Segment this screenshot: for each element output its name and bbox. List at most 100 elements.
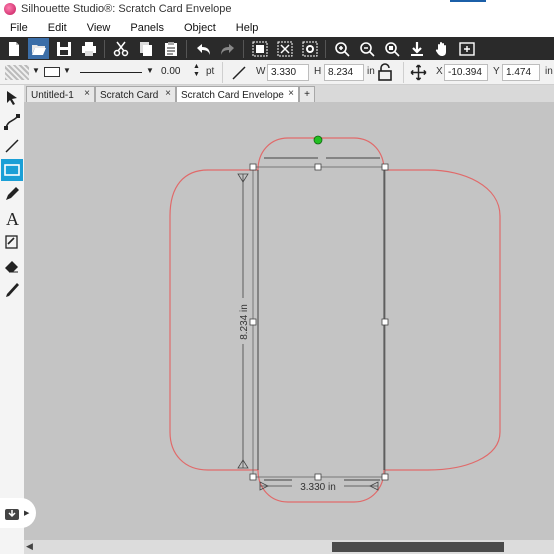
fill-dropdown-icon[interactable]: ▼ — [32, 66, 40, 75]
add-tab-button[interactable]: + — [299, 86, 315, 102]
width-label: W — [256, 66, 266, 77]
close-icon[interactable]: × — [165, 88, 171, 99]
height-input[interactable]: 8.234 — [324, 64, 364, 81]
size-unit: in — [367, 66, 375, 77]
undo-icon[interactable] — [192, 38, 213, 59]
fit-page-icon[interactable] — [456, 38, 477, 59]
handle-bottom-right[interactable] — [381, 473, 389, 481]
tab-label: Scratch Card Envelope — [181, 90, 284, 101]
line-draw-icon[interactable] — [1, 135, 23, 157]
fold-lines — [257, 170, 385, 470]
group-icon[interactable] — [249, 38, 270, 59]
zoom-in-icon[interactable] — [331, 38, 352, 59]
download-icon — [5, 509, 19, 520]
app-logo-icon — [4, 3, 16, 15]
eraser-icon[interactable] — [1, 255, 23, 277]
selection-box — [252, 166, 386, 478]
tab-label: Scratch Card — [100, 90, 159, 101]
lock-aspect-icon[interactable] — [378, 63, 392, 81]
expand-arrow-icon: ▶ — [24, 510, 30, 517]
menu-help[interactable]: Help — [226, 22, 269, 34]
tab-scratch-card-envelope[interactable]: Scratch Card Envelope × — [176, 86, 299, 102]
close-icon[interactable]: × — [288, 88, 294, 99]
paste-icon[interactable] — [160, 38, 181, 59]
fill-pattern-swatch[interactable] — [5, 65, 29, 80]
main-toolbar — [0, 37, 554, 60]
line-style-dropdown-icon[interactable]: ▼ — [146, 66, 154, 75]
svg-text:A: A — [6, 209, 19, 227]
handle-top-left[interactable] — [249, 163, 257, 171]
document-tab-bar: Untitled-1 × Scratch Card × Scratch Card… — [24, 85, 554, 102]
point-edit-icon[interactable] — [1, 111, 23, 133]
x-position-input[interactable]: -10.394 — [444, 64, 488, 81]
line-width-stepper-icon[interactable]: ▲ ▼ — [193, 63, 200, 79]
redo-icon[interactable] — [217, 38, 238, 59]
line-tool-icon[interactable] — [231, 65, 247, 81]
width-input[interactable]: 3.330 — [267, 64, 309, 81]
tab-untitled-1[interactable]: Untitled-1 × — [26, 86, 95, 102]
position-unit: in — [545, 66, 553, 77]
cut-icon[interactable] — [110, 38, 131, 59]
property-bar: ▼ ▼ ▼ 0.00 ▲ ▼ pt W 3.330 H 8.234 in X -1… — [0, 60, 554, 85]
resize-handles[interactable] — [249, 163, 389, 481]
move-position-icon[interactable] — [410, 64, 427, 81]
menu-view[interactable]: View — [77, 22, 121, 34]
print-icon[interactable] — [78, 38, 99, 59]
sketch-tool-icon[interactable] — [1, 231, 23, 253]
text-tool-icon[interactable]: A — [1, 207, 23, 229]
line-width-unit: pt — [206, 66, 215, 77]
new-file-icon[interactable] — [3, 38, 24, 59]
zoom-selection-icon[interactable] — [406, 38, 427, 59]
menu-file[interactable]: File — [0, 22, 38, 34]
scroll-left-icon[interactable]: ◀ — [26, 541, 33, 552]
menu-edit[interactable]: Edit — [38, 22, 77, 34]
tab-label: Untitled-1 — [31, 90, 74, 101]
horizontal-scrollbar[interactable]: ◀ — [24, 540, 554, 554]
handle-bottom-left[interactable] — [249, 473, 257, 481]
shape-dropdown-icon[interactable]: ▼ — [63, 66, 71, 75]
window-title: Silhouette Studio®: Scratch Card Envelop… — [21, 3, 232, 15]
library-import-button[interactable]: ▶ — [0, 498, 36, 528]
shape-style-swatch[interactable] — [44, 67, 60, 77]
copy-icon[interactable] — [135, 38, 156, 59]
add-tab-icon: + — [304, 89, 310, 100]
pan-hand-icon[interactable] — [431, 38, 452, 59]
compound-icon[interactable] — [299, 38, 320, 59]
knife-icon[interactable] — [1, 279, 23, 301]
x-label: X — [436, 66, 443, 77]
menu-object[interactable]: Object — [174, 22, 226, 34]
height-dimension-label: 8.234 in — [239, 304, 250, 340]
zoom-fit-icon[interactable] — [381, 38, 402, 59]
line-style-preview[interactable] — [80, 72, 142, 73]
select-arrow-icon[interactable] — [1, 87, 23, 109]
y-label: Y — [493, 66, 500, 77]
width-dimension-label: 3.330 in — [300, 482, 336, 493]
toolbar-separator — [243, 39, 244, 58]
title-bar: Silhouette Studio®: Scratch Card Envelop… — [0, 0, 554, 18]
handle-middle-right[interactable] — [381, 318, 389, 326]
scrollbar-thumb[interactable] — [332, 542, 504, 552]
envelope-outline[interactable] — [169, 137, 501, 503]
propbar-separator — [222, 62, 223, 83]
zoom-out-icon[interactable] — [356, 38, 377, 59]
close-icon[interactable]: × — [84, 88, 90, 99]
open-folder-icon[interactable] — [28, 38, 49, 59]
design-canvas[interactable]: 8.234 in 3.330 in — [24, 102, 554, 540]
rotate-handle[interactable] — [313, 135, 323, 145]
tab-scratch-card[interactable]: Scratch Card × — [95, 86, 176, 102]
y-position-input[interactable]: 1.474 — [502, 64, 540, 81]
line-width-input[interactable]: 0.00 — [158, 64, 190, 81]
envelope-artwork: 8.234 in 3.330 in — [169, 135, 501, 503]
rectangle-tool-icon[interactable] — [1, 159, 23, 181]
handle-bottom-middle[interactable] — [314, 473, 322, 481]
menu-panels[interactable]: Panels — [120, 22, 174, 34]
handle-top-right[interactable] — [381, 163, 389, 171]
height-label: H — [314, 66, 322, 77]
ungroup-icon[interactable] — [274, 38, 295, 59]
save-icon[interactable] — [53, 38, 74, 59]
toolbar-separator — [104, 39, 105, 58]
propbar-separator — [403, 62, 404, 83]
pencil-icon[interactable] — [1, 183, 23, 205]
handle-middle-left[interactable] — [249, 318, 257, 326]
handle-top-middle[interactable] — [314, 163, 322, 171]
